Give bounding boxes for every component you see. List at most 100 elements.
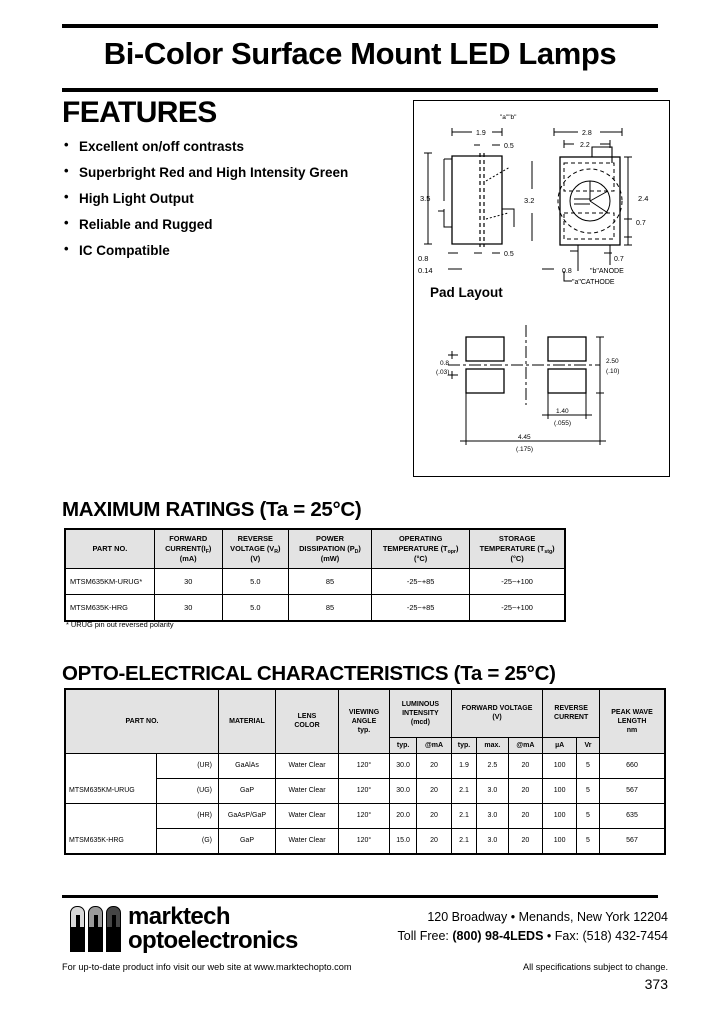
svg-text:0.8: 0.8 [562, 268, 572, 275]
title-underline-rule [62, 88, 658, 92]
cell-viewing-angle: 120° [338, 752, 390, 779]
table-row: (UR) GaAlAs Water Clear 120° 30.0 20 1.9… [64, 752, 666, 779]
cell-ir-vr: 5 [575, 777, 601, 804]
cell-vf-max: 3.0 [476, 827, 509, 855]
cell-lens-color: Water Clear [275, 802, 339, 829]
cell-material: GaAlAs [218, 752, 276, 779]
list-item: • Superbright Red and High Intensity Gree… [62, 163, 369, 181]
company-address: 120 Broadway • Menands, New York 12204 [427, 910, 668, 924]
subcol-vf-max: max. [476, 736, 509, 754]
cell-power-dissipation: 85 [287, 593, 373, 622]
col-part-no: PART NO. [64, 688, 219, 754]
cell-part-no [64, 752, 157, 779]
company-name-line1: marktech [128, 903, 231, 930]
company-logo: marktech optoelectronics [70, 905, 298, 952]
bullet-icon: • [64, 189, 69, 204]
col-operating-temp: OPERATING TEMPERATURE (Topr) (°C) [371, 528, 471, 569]
cell-lum-ma: 20 [416, 777, 452, 804]
svg-text:0.8: 0.8 [418, 254, 428, 263]
svg-text:1.9: 1.9 [476, 130, 486, 137]
cell-material: GaAsP/GaP [218, 802, 276, 829]
col-storage-temp: STORAGE TEMPERATURE (Tstg) (°C) [469, 528, 566, 569]
cell-peak-nm: 660 [599, 752, 666, 779]
cell-forward-current: 30 [153, 567, 223, 595]
col-reverse-voltage: REVERSE VOLTAGE (VR) (V) [221, 528, 289, 569]
list-item: • Excellent on/off contrasts [62, 137, 369, 155]
cell-lum-ma: 20 [416, 802, 452, 829]
cell-viewing-angle: 120° [338, 827, 390, 855]
opto-electrical-heading: OPTO-ELECTRICAL CHARACTERISTICS (Ta = 25… [62, 662, 556, 685]
lamp-icon [70, 905, 85, 952]
feature-text: Reliable and Rugged [79, 217, 213, 232]
cell-lum-typ: 30.0 [388, 777, 418, 804]
list-item: • Reliable and Rugged [62, 215, 369, 233]
feature-text: IC Compatible [79, 243, 170, 258]
svg-text:(.10): (.10) [606, 368, 619, 375]
subcol-vf-typ: typ. [450, 736, 478, 754]
pad-layout-label: Pad Layout [430, 285, 503, 300]
subcol-lum-typ: typ. [388, 736, 418, 754]
cell-forward-current: 30 [153, 593, 223, 622]
cell-lum-typ: 30.0 [388, 752, 418, 779]
cell-storage-temp: -25~+100 [469, 567, 566, 595]
col-part-no: PART NO. [64, 528, 155, 569]
cell-part-no: MTSM635KM-URUG* [64, 567, 155, 595]
subcol-lum-ma: @mA [416, 736, 452, 754]
svg-text:0.7: 0.7 [636, 220, 646, 227]
cell-vf-ma: 20 [507, 827, 544, 855]
bullet-icon: • [64, 215, 69, 230]
datasheet-page: Bi-Color Surface Mount LED Lamps FEATURE… [0, 0, 720, 1012]
cell-ir-ua: 100 [542, 827, 577, 855]
fax-number: • Fax: (518) 432-7454 [543, 929, 668, 944]
subcol-ir-vr: Vr [575, 736, 601, 754]
cell-vf-max: 2.5 [476, 752, 509, 779]
cell-ir-vr: 5 [575, 827, 601, 855]
cell-lens-color: Water Clear [275, 777, 339, 804]
website-note: For up-to-date product info visit our we… [62, 962, 352, 972]
cell-peak-nm: 567 [599, 777, 666, 804]
features-list: • Excellent on/off contrasts • Superbright… [62, 137, 392, 259]
col-reverse-current: REVERSE CURRENT [542, 688, 600, 738]
cell-material: GaP [218, 827, 276, 855]
lamp-icon [88, 905, 103, 952]
cell-bin: (UR) [156, 752, 219, 779]
cell-bin: (UG) [156, 777, 219, 804]
cell-vf-max: 3.0 [476, 802, 509, 829]
svg-text:0.8: 0.8 [440, 360, 449, 367]
col-peak-wavelength: PEAK WAVE LENGTH nm [599, 688, 666, 754]
svg-text:0.5: 0.5 [504, 251, 514, 258]
toll-free-label: Toll Free: [397, 929, 453, 944]
svg-text:4.45: 4.45 [518, 434, 531, 441]
col-forward-current: FORWARD CURRENT(IF) (mA) [153, 528, 223, 569]
cell-part-no: MTSM635K-HRG [64, 828, 157, 855]
cell-part-no: MTSM635KM-URUG [64, 778, 157, 804]
cell-operating-temp: -25~+85 [371, 593, 471, 622]
maximum-ratings-footnote: * URUG pin out reversed polarity [66, 620, 174, 629]
svg-text:0.5: 0.5 [504, 143, 514, 150]
col-material: MATERIAL [218, 688, 276, 754]
col-lens-color: LENS COLOR [275, 688, 339, 754]
svg-text:2.50: 2.50 [606, 358, 619, 365]
list-item: • High Light Output [62, 189, 369, 207]
footer-rule [62, 895, 658, 898]
svg-text:0.14: 0.14 [418, 266, 433, 275]
cell-vf-typ: 2.1 [450, 827, 478, 855]
svg-text:1.40: 1.40 [556, 408, 569, 415]
toll-free-number: (800) 98-4LEDS [452, 929, 544, 944]
page-number: 373 [644, 976, 668, 992]
subcol-ir-ua: µA [542, 736, 577, 754]
package-drawing-panel: "a""b" 1.9 0.5 3.5 0.8 0.14 0.5 3.2 2.8 … [413, 100, 670, 477]
features-heading: FEATURES [62, 96, 217, 129]
company-contact: 120 Broadway • Menands, New York 12204 T… [398, 908, 669, 947]
svg-text:(.03): (.03) [436, 369, 449, 376]
cell-lum-ma: 20 [416, 827, 452, 855]
table-header-row: PART NO. FORWARD CURRENT(IF) (mA) REVERS… [64, 528, 566, 569]
table-row: (HR) GaAsP/GaP Water Clear 120° 20.0 20 … [64, 802, 666, 829]
cell-lum-typ: 15.0 [388, 827, 418, 855]
cell-lens-color: Water Clear [275, 827, 339, 855]
svg-text:2.8: 2.8 [582, 130, 592, 137]
cell-reverse-voltage: 5.0 [221, 593, 289, 622]
cell-part-no: MTSM635K-HRG [64, 593, 155, 622]
svg-text:3.2: 3.2 [524, 196, 534, 205]
table-row: MTSM635K-HRG (G) GaP Water Clear 120° 15… [64, 827, 666, 855]
